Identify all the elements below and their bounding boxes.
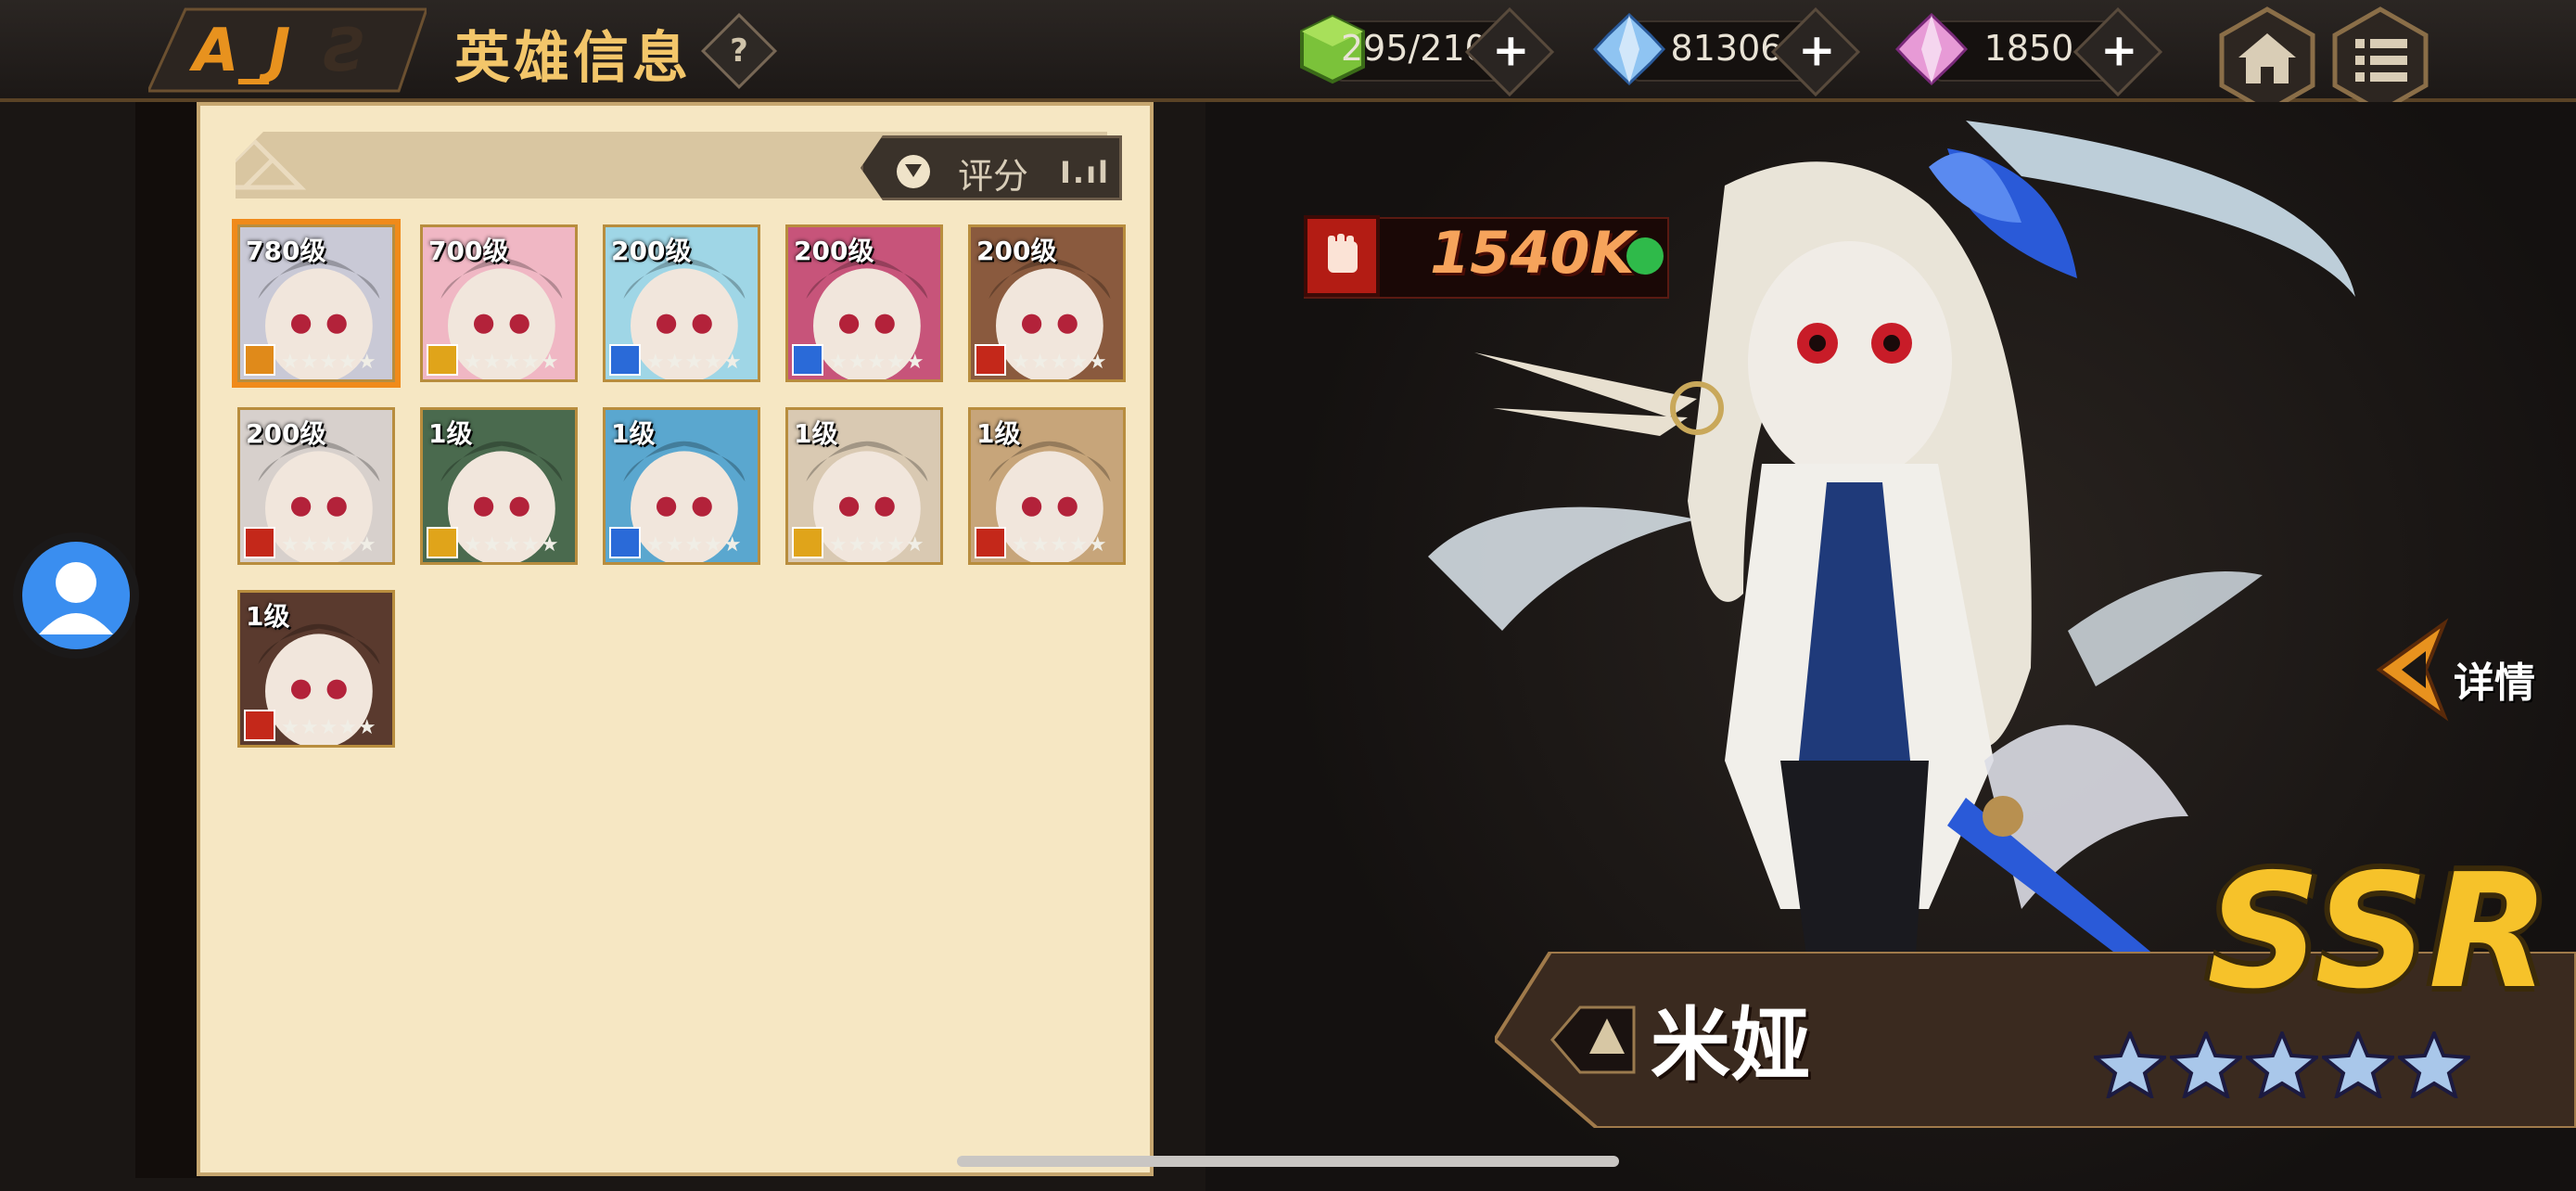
hero-level: 780级 [246, 236, 326, 266]
star-icon [2170, 1031, 2242, 1098]
fist-icon [1304, 215, 1380, 297]
hero-class-icon [244, 710, 275, 741]
hero-level: 1级 [976, 418, 1021, 449]
sort-order-icon: Ⅰ.ıl [1060, 155, 1110, 190]
hero-level: 1级 [794, 418, 838, 449]
svg-text:A_J: A_J [188, 17, 290, 85]
menu-icon [2332, 6, 2429, 114]
hero-card[interactable]: 200级 ★★★★★ [968, 224, 1126, 382]
hero-level: 1级 [246, 601, 290, 632]
combat-power: 1540K [1304, 215, 1669, 299]
hero-class-icon [427, 344, 458, 376]
hero-class-icon [792, 527, 823, 558]
hero-stars: ★★★★★ [646, 351, 743, 374]
hero-card[interactable]: 780级 ★★★★★ [232, 219, 401, 388]
menu-button[interactable] [2326, 6, 2435, 115]
hero-stars: ★★★★★ [829, 351, 925, 374]
hero-class-icon [609, 527, 641, 558]
gem-plus-button[interactable]: + [2072, 6, 2163, 97]
hero-level: 200级 [611, 236, 692, 266]
filter-icon[interactable] [897, 155, 930, 188]
hero-stars: ★★★★★ [464, 351, 560, 374]
hero-stars: ★★★★★ [281, 351, 377, 374]
diamond-counter: 81306 + [1593, 6, 1861, 97]
hero-stars: ★★★★★ [281, 533, 377, 557]
hero-stars: ★★★★★ [464, 533, 560, 557]
hero-level: 1级 [428, 418, 473, 449]
stamina-counter: 295/2100 + [1300, 6, 1555, 97]
star-icon [2094, 1031, 2166, 1098]
detail-button[interactable]: 详情 [2370, 614, 2574, 725]
hero-card[interactable]: 1级 ★★★★★ [420, 407, 578, 565]
hero-list-panel: 评分 Ⅰ.ıl 780级 ★★★★★ 700级 ★★★★★ 200级 ★★★★★ 200级 ★… [197, 102, 1154, 1176]
hero-class-icon [975, 344, 1006, 376]
gem-counter: 1850 + [1895, 6, 2163, 97]
sort-button[interactable]: 评分 Ⅰ.ıl [861, 135, 1122, 200]
top-bar: A_J Ƨ 英雄信息 ? 295/2100 + 81306 + 1850 + [0, 0, 2576, 114]
home-icon [2219, 6, 2315, 114]
star-icon [2398, 1031, 2470, 1098]
help-button[interactable]: ? [700, 12, 778, 90]
hero-card[interactable]: 200级 ★★★★★ [603, 224, 760, 382]
hero-card[interactable]: 200级 ★★★★★ [785, 224, 943, 382]
assistive-touch-button[interactable] [13, 532, 139, 659]
hero-class-icon [427, 527, 458, 558]
hero-stars: ★★★★★ [829, 533, 925, 557]
hero-card[interactable]: 700级 ★★★★★ [420, 224, 578, 382]
sort-label: 评分 [958, 156, 1029, 197]
detail-label: 详情 [2454, 660, 2535, 707]
hero-level: 200级 [794, 236, 874, 266]
hero-level: 700级 [428, 236, 509, 266]
hero-level: 200级 [976, 236, 1057, 266]
hero-card[interactable]: 1级 ★★★★★ [603, 407, 760, 565]
hero-class-icon [244, 527, 275, 558]
diamond-plus-button[interactable]: + [1770, 6, 1861, 97]
game-logo-icon: A_J Ƨ [148, 7, 427, 93]
home-indicator[interactable] [957, 1156, 1619, 1167]
star-icon [2246, 1031, 2318, 1098]
home-button[interactable] [2213, 6, 2322, 115]
page-title: 英雄信息 [454, 26, 692, 91]
star-icon [2322, 1031, 2394, 1098]
hero-card[interactable]: 200级 ★★★★★ [237, 407, 395, 565]
hero-name: 米娅 [1651, 999, 1810, 1092]
question-icon: ? [730, 32, 748, 70]
hero-stars: ★★★★★ [1012, 351, 1108, 374]
hero-class-icon [609, 344, 641, 376]
hero-level: 200级 [246, 418, 326, 449]
detail-arrow-icon [2376, 618, 2449, 722]
hero-card[interactable]: 1级 ★★★★★ [237, 590, 395, 748]
hero-card[interactable]: 1级 ★★★★★ [785, 407, 943, 565]
power-value: 1540K [1430, 219, 1635, 287]
rarity-badge: SSR [2207, 840, 2550, 1024]
hero-card[interactable]: 1级 ★★★★★ [968, 407, 1126, 565]
hero-stars: ★★★★★ [646, 533, 743, 557]
user-icon [39, 562, 113, 634]
stamina-plus-button[interactable]: + [1464, 6, 1555, 97]
hero-stars [2094, 1031, 2474, 1102]
hero-class-icon [792, 344, 823, 376]
svg-text:Ƨ: Ƨ [323, 17, 367, 85]
hero-level: 1级 [611, 418, 656, 449]
hero-stars: ★★★★★ [281, 716, 377, 739]
power-status-icon [1626, 237, 1664, 275]
hero-class-icon [975, 527, 1006, 558]
hero-stars: ★★★★★ [1012, 533, 1108, 557]
triangle-emblem-icon [236, 137, 307, 190]
hero-class-icon [244, 344, 275, 376]
side-strip [135, 102, 200, 1178]
